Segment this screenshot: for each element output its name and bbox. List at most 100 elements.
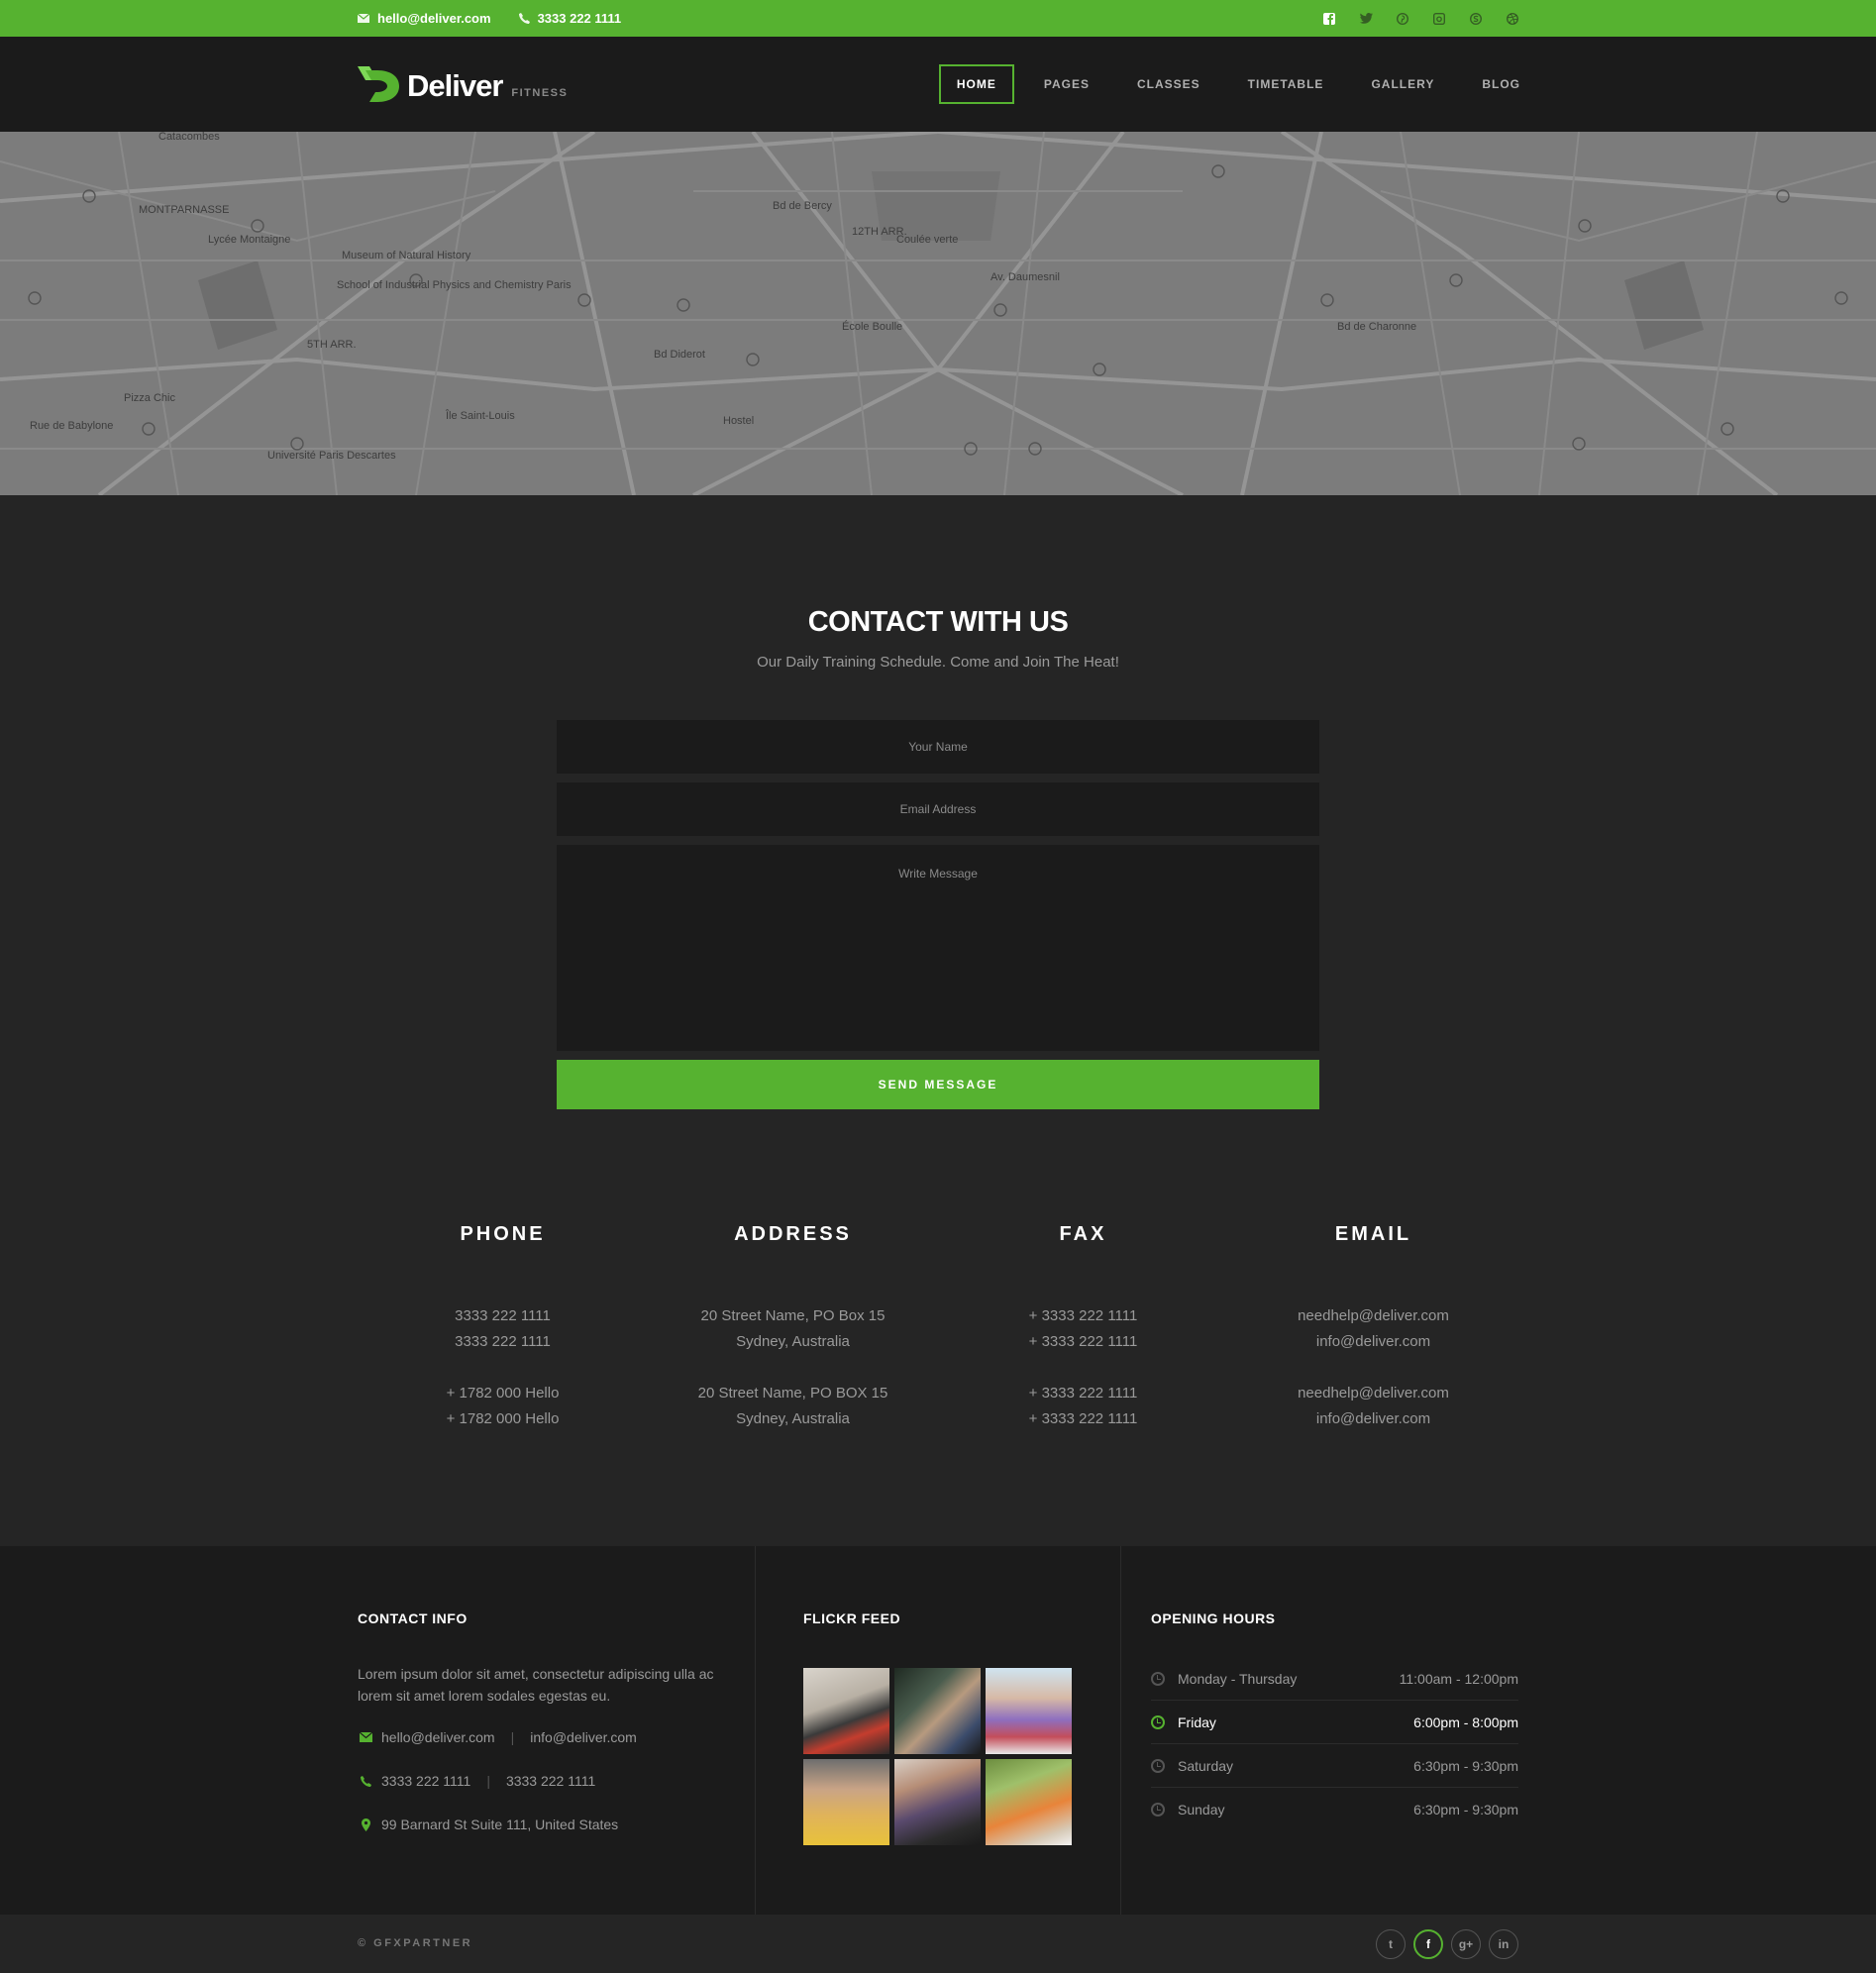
phone-icon <box>358 1775 373 1787</box>
dribbble-icon[interactable] <box>1505 11 1520 27</box>
facebook-icon[interactable]: f <box>1413 1929 1443 1959</box>
info-line: + 3333 222 1111 <box>1028 1307 1138 1324</box>
flickr-photo[interactable] <box>803 1759 889 1845</box>
top-phone[interactable]: 3333 222 1111 <box>518 11 622 26</box>
info-line: + 3333 222 1111 <box>1028 1333 1138 1350</box>
contact-info-description: Lorem ipsum dolor sit amet, consectetur … <box>358 1666 714 1704</box>
email-column: EMAIL needhelp@deliver.com info@deliver.… <box>1228 1223 1518 1432</box>
logo-name: Deliver <box>407 68 503 103</box>
site-footer: CONTACT INFO Lorem ipsum dolor sit amet,… <box>0 1546 1876 1915</box>
nav-classes[interactable]: CLASSES <box>1113 64 1224 104</box>
map-label: Pizza Chic <box>124 392 175 404</box>
map-label: Av. Daumesnil <box>990 271 1060 283</box>
map-label: École Boulle <box>842 320 902 333</box>
bottom-bar: © GFXPARTNER t f g+ in <box>0 1915 1876 1973</box>
envelope-icon <box>358 14 369 23</box>
top-bar: hello@deliver.com 3333 222 1111 <box>0 0 1876 37</box>
google-plus-icon[interactable]: g+ <box>1451 1929 1481 1959</box>
footer-address: 99 Barnard St Suite 111, United States <box>381 1817 619 1832</box>
address-column: ADDRESS 20 Street Name, PO Box 15 Sydney… <box>648 1223 938 1432</box>
info-line: 20 Street Name, PO Box 15 <box>700 1307 886 1324</box>
footer-email-1[interactable]: hello@deliver.com <box>381 1729 495 1745</box>
clock-icon <box>1151 1758 1165 1773</box>
separator: | <box>510 1729 515 1745</box>
send-message-button[interactable]: SEND MESSAGE <box>557 1060 1319 1109</box>
hours-day: Sunday <box>1178 1802 1225 1817</box>
hours-row: Friday 6:00pm - 8:00pm <box>1151 1701 1518 1744</box>
phone-icon <box>518 13 530 24</box>
info-line: + 3333 222 1111 <box>1028 1410 1138 1427</box>
flickr-heading: FLICKR FEED <box>803 1610 901 1626</box>
info-line: 3333 222 1111 <box>455 1307 551 1324</box>
location-map[interactable]: Catacombes MONTPARNASSE Lycée Montaigne Mus… <box>0 132 1876 495</box>
flickr-photo[interactable] <box>803 1668 889 1754</box>
nav-pages[interactable]: PAGES <box>1020 64 1113 104</box>
footer-address-row: 99 Barnard St Suite 111, United States <box>358 1817 618 1832</box>
pinterest-icon[interactable] <box>1395 11 1410 27</box>
info-line: 20 Street Name, PO BOX 15 <box>697 1385 888 1402</box>
info-line: + 1782 000 Hello <box>446 1410 560 1427</box>
phone-heading: PHONE <box>460 1223 546 1245</box>
clock-icon <box>1151 1714 1165 1729</box>
clock-icon <box>1151 1803 1165 1817</box>
logo-sub: FITNESS <box>511 87 569 99</box>
linkedin-icon[interactable]: in <box>1489 1929 1518 1959</box>
name-field[interactable]: Your Name <box>557 720 1319 774</box>
hours-row: Monday - Thursday 11:00am - 12:00pm <box>1151 1657 1518 1701</box>
logo-mark-icon <box>358 66 399 102</box>
message-field[interactable]: Write Message <box>557 845 1319 1051</box>
nav-home[interactable]: HOME <box>938 64 1014 104</box>
map-label: Coulée verte <box>896 234 958 246</box>
email-field[interactable]: Email Address <box>557 782 1319 836</box>
email-heading: EMAIL <box>1334 1223 1412 1245</box>
info-line[interactable]: needhelp@deliver.com <box>1228 1303 1518 1329</box>
twitter-icon[interactable] <box>1358 11 1374 27</box>
top-email[interactable]: hello@deliver.com <box>358 11 491 26</box>
map-label: 5TH ARR. <box>307 339 357 351</box>
footer-divider <box>755 1546 756 1915</box>
map-label: Rue de Babylone <box>30 420 113 432</box>
instagram-icon[interactable] <box>1431 11 1447 27</box>
top-contact: hello@deliver.com 3333 222 1111 <box>358 0 621 37</box>
map-label: Lycée Montaigne <box>208 234 290 246</box>
nav-blog[interactable]: BLOG <box>1458 64 1520 104</box>
footer-email-row: hello@deliver.com | info@deliver.com <box>358 1729 637 1745</box>
hours-day: Saturday <box>1178 1757 1234 1774</box>
map-pin-icon <box>358 1817 373 1831</box>
map-label: Hostel <box>723 415 754 427</box>
skype-icon[interactable] <box>1468 11 1484 27</box>
copyright: © GFXPARTNER <box>358 1937 473 1949</box>
footer-phone-2[interactable]: 3333 222 1111 <box>506 1773 595 1789</box>
address-heading: ADDRESS <box>734 1223 852 1245</box>
hours-row: Sunday 6:30pm - 9:30pm <box>1151 1788 1518 1831</box>
info-line[interactable]: info@deliver.com <box>1228 1329 1518 1355</box>
contact-form: Your Name Email Address Write Message SE… <box>557 720 1319 1109</box>
facebook-icon[interactable] <box>1321 11 1337 27</box>
info-line: + 1782 000 Hello <box>446 1385 560 1402</box>
top-phone-text: 3333 222 1111 <box>537 11 622 26</box>
info-line[interactable]: needhelp@deliver.com <box>1228 1381 1518 1406</box>
phone-column: PHONE 3333 222 1111 3333 222 1111 + 1782… <box>358 1223 648 1432</box>
footer-phone-1[interactable]: 3333 222 1111 <box>381 1773 470 1789</box>
hours-time: 6:00pm - 8:00pm <box>1413 1713 1518 1730</box>
map-label: Museum of Natural History <box>342 250 471 261</box>
flickr-photo[interactable] <box>986 1759 1072 1845</box>
clock-icon <box>1151 1671 1165 1686</box>
flickr-feed <box>803 1668 1073 1845</box>
map-label: Bd de Bercy <box>773 200 832 212</box>
flickr-photo[interactable] <box>986 1668 1072 1754</box>
flickr-photo[interactable] <box>894 1668 981 1754</box>
footer-email-2[interactable]: info@deliver.com <box>530 1729 637 1745</box>
logo[interactable]: Deliver FITNESS <box>358 66 568 102</box>
map-label: MONTPARNASSE <box>139 204 229 216</box>
nav-timetable[interactable]: TIMETABLE <box>1224 64 1348 104</box>
info-line[interactable]: info@deliver.com <box>1228 1406 1518 1432</box>
nav-gallery[interactable]: GALLERY <box>1347 64 1458 104</box>
opening-hours-heading: OPENING HOURS <box>1151 1610 1276 1626</box>
flickr-photo[interactable] <box>894 1759 981 1845</box>
twitter-icon[interactable]: t <box>1376 1929 1406 1959</box>
bottom-social: t f g+ in <box>1376 1929 1518 1959</box>
footer-phone-row: 3333 222 1111 | 3333 222 1111 <box>358 1773 595 1789</box>
top-social <box>1321 0 1520 37</box>
map-label: Bd Diderot <box>654 349 705 361</box>
